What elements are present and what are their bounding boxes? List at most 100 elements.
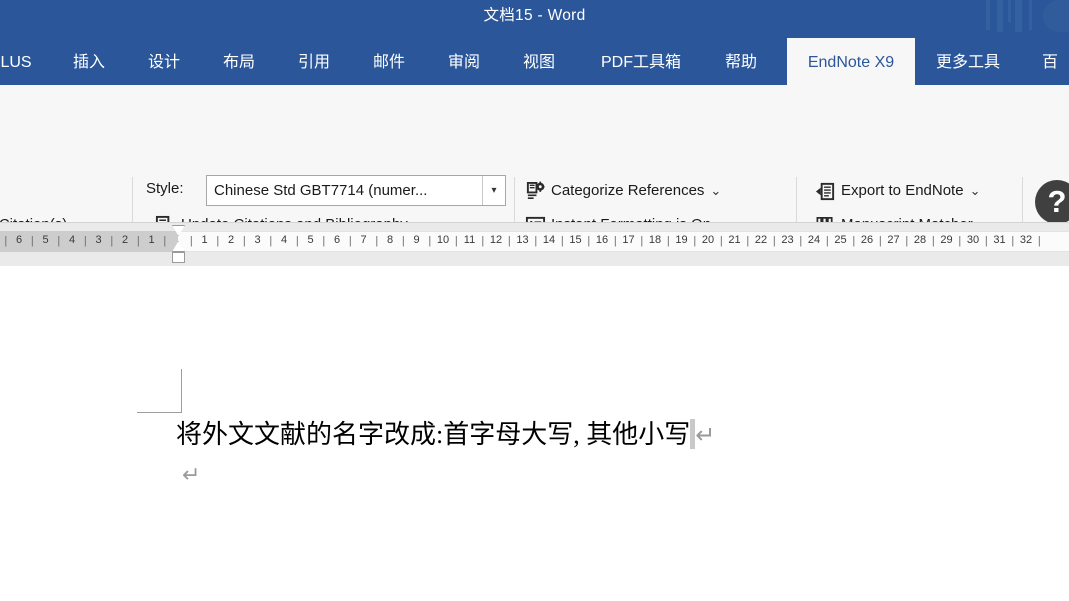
ruler-number: 2	[227, 234, 235, 246]
question-mark-icon: ?	[1035, 180, 1069, 222]
ruler-tick: |	[136, 235, 140, 247]
export-to-endnote-icon-button[interactable]: Export to EndNote ⌄	[815, 178, 980, 204]
categorize-references-icon	[525, 181, 546, 202]
ruler-tick: |	[163, 235, 167, 247]
ruler-number: 3	[254, 234, 261, 246]
ruler-number: 5	[307, 234, 314, 246]
left-indent-marker[interactable]	[172, 252, 185, 263]
ribbon-tab-[interactable]: 更多工具	[925, 36, 1011, 85]
ruler-tick: |	[958, 235, 962, 247]
ruler-tick: |	[269, 235, 273, 247]
ruler-tick: |	[401, 235, 405, 247]
ruler-number: 14	[542, 234, 556, 246]
ribbon-tab-label: PDF工具箱	[600, 54, 681, 71]
ruler-tick: |	[428, 235, 432, 247]
ruler-number: 13	[516, 234, 529, 246]
ribbon-tab-label: 布局	[222, 54, 255, 71]
ruler-tick: |	[4, 235, 8, 247]
ribbon-tab-endnote-x9[interactable]: EndNote X9	[787, 38, 915, 85]
ruler-tick: |	[931, 235, 935, 247]
ribbon-tab-label: 百	[1041, 54, 1058, 71]
ruler-tick: |	[852, 235, 856, 247]
ruler-tick-marks: 6 | 5 | 4 | 3 | 2 | 1 | | 1 | 2 | 3 | 4 | 5 | 6 | 7 | 8 | 9 | 10 | 11 | 12 |…	[0, 231, 1069, 252]
ribbon-tab-label: 引用	[297, 54, 330, 71]
chevron-down-icon[interactable]: ⌄	[717, 212, 728, 222]
ribbon-button-label: Update Citations and Bibliography	[181, 212, 408, 222]
ribbon-tab-label: EndNote X9	[807, 54, 895, 71]
ribbon-tab-label: 设计	[147, 54, 180, 71]
ribbon-tab-[interactable]: 邮件	[360, 36, 418, 85]
ribbon-tab-[interactable]: 布局	[210, 36, 268, 85]
ruler-number: 4	[68, 234, 76, 246]
ruler-tick: |	[719, 235, 723, 247]
ruler-number: 7	[360, 234, 367, 246]
ribbon-tab-[interactable]: 视图	[510, 36, 568, 85]
ruler-tick: |	[825, 235, 829, 247]
title-bar: 文档15 - Word	[0, 0, 1069, 32]
ruler-number: 32	[1019, 234, 1033, 246]
text-boundary-marker	[137, 369, 182, 413]
ruler-number: 31	[993, 234, 1006, 246]
word-window: 文档15 - Word LUS 插入 设计 布局 引用 邮件 审阅 视图 PDF工具箱 帮助 End…	[0, 0, 1069, 601]
ribbon-tab-[interactable]: 百	[1030, 36, 1069, 85]
ribbon-tab-[interactable]: 帮助	[712, 36, 770, 85]
chevron-down-icon[interactable]: ⌄	[710, 178, 721, 204]
instant-formatting-icon-button[interactable]: Instant Formatting is On ⌄	[525, 212, 728, 222]
ruler-number: 28	[913, 234, 927, 246]
ruler-tick: |	[587, 235, 591, 247]
ribbon-button-label: ge Citation(s)	[0, 212, 67, 222]
ruler-tick: |	[83, 235, 87, 247]
ribbon-tab-lus[interactable]: LUS	[0, 36, 46, 85]
document-paragraph[interactable]: 将外文文献的名字改成:首字母大写, 其他小写 ↵	[176, 416, 715, 455]
categorize-references-icon-button[interactable]: Categorize References ⌄	[525, 178, 721, 204]
ruler-number: 2	[121, 234, 129, 246]
paragraph-mark: ↵	[695, 423, 716, 449]
style-combobox-value: Chinese Std GBT7714 (numer...	[214, 182, 428, 199]
ruler-tick: |	[666, 235, 670, 247]
ribbon-tab-label: 邮件	[372, 54, 405, 71]
document-paragraph-empty[interactable]: ↵	[182, 462, 200, 488]
ruler-tick: |	[375, 235, 379, 247]
ge-citations-button[interactable]: ge Citation(s)	[0, 212, 67, 222]
ruler-number: 18	[648, 234, 662, 246]
ruler-number: 6	[15, 234, 23, 246]
chevron-down-icon[interactable]: ⌄	[970, 178, 981, 204]
paragraph-mark: ↵	[182, 462, 201, 487]
ruler-number: 17	[622, 234, 635, 246]
ruler-number: 5	[42, 234, 49, 246]
group-separator	[514, 177, 515, 222]
ruler-tick: |	[348, 235, 352, 247]
ruler-number: 6	[333, 234, 341, 246]
ruler-number: 25	[834, 234, 847, 246]
ruler-number: 30	[966, 234, 980, 246]
ruler-number: 21	[728, 234, 741, 246]
ribbon-tab-[interactable]: 审阅	[435, 36, 493, 85]
ruler-tick: |	[613, 235, 617, 247]
ruler-number: 4	[280, 234, 288, 246]
ruler-number: 22	[754, 234, 768, 246]
group-separator	[132, 177, 133, 222]
ruler-tick: |	[57, 235, 61, 247]
manuscript-matcher-icon	[815, 215, 836, 222]
ribbon-tab-[interactable]: 引用	[285, 36, 343, 85]
ruler-tick: |	[295, 235, 299, 247]
ribbon-tab-label: 帮助	[724, 54, 757, 71]
ruler-number: 27	[887, 234, 900, 246]
ruler-number: 26	[860, 234, 874, 246]
ribbon-tab-[interactable]: 设计	[135, 36, 193, 85]
style-combobox[interactable]: Chinese Std GBT7714 (numer... ▾	[206, 175, 506, 206]
help-button[interactable]: ? Hel	[1030, 177, 1069, 222]
ruler-number: 3	[95, 234, 102, 246]
ribbon-button-label: Categorize References	[551, 182, 705, 199]
ruler-number: 8	[386, 234, 394, 246]
manuscript-matcher-icon-button[interactable]: Manuscript Matcher	[815, 212, 973, 222]
ruler-tick: |	[640, 235, 644, 247]
chevron-down-icon[interactable]: ▾	[482, 176, 505, 205]
update-citations-icon-button[interactable]: Update Citations and Bibliography	[155, 212, 408, 222]
ruler-number: 10	[436, 234, 450, 246]
ruler[interactable]: 6 | 5 | 4 | 3 | 2 | 1 | | 1 | 2 | 3 | 4 | 5 | 6 | 7 | 8 | 9 | 10 | 11 | 12 |…	[0, 223, 1069, 266]
ruler-number: 16	[595, 234, 609, 246]
ruler-number: 9	[413, 234, 420, 246]
ribbon-tab-pdf[interactable]: PDF工具箱	[585, 36, 697, 85]
ribbon-tab-[interactable]: 插入	[60, 36, 118, 85]
